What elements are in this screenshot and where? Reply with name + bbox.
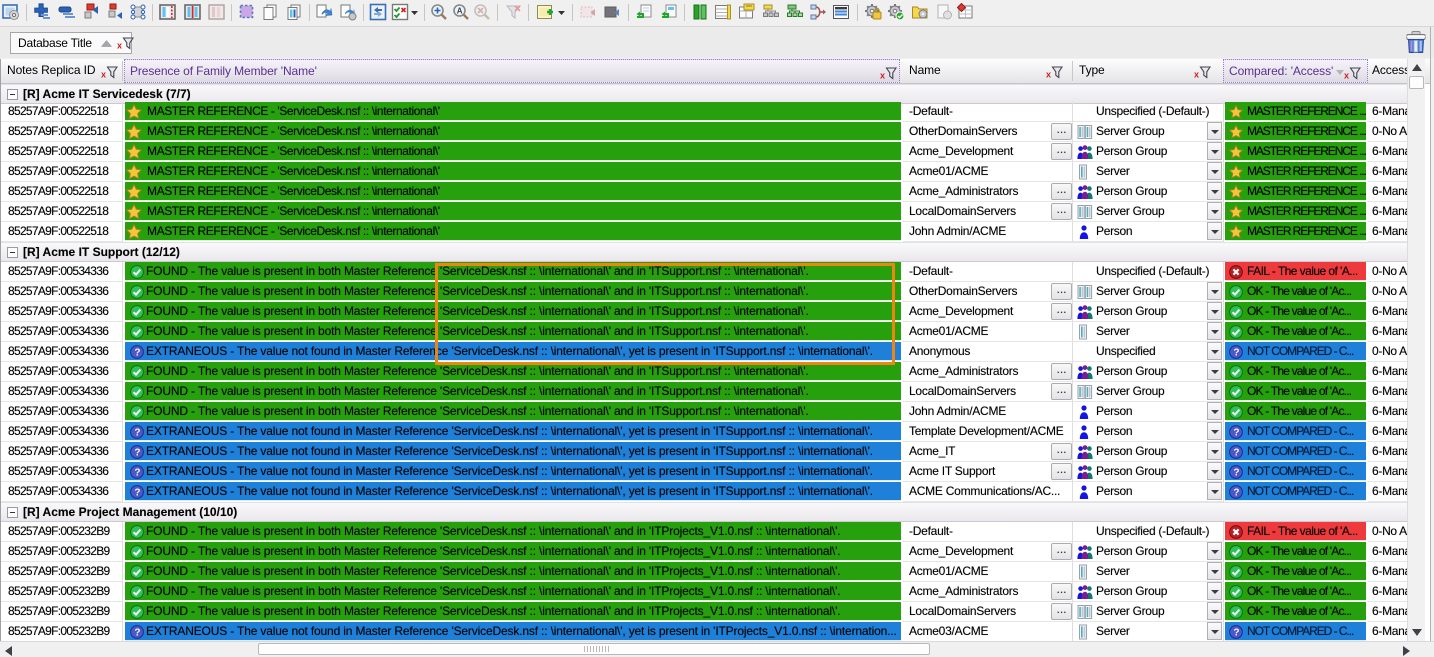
svg-text:?: ? xyxy=(1233,628,1239,639)
svg-text:?: ? xyxy=(134,428,140,439)
svg-text:?: ? xyxy=(134,448,140,459)
svg-text:?: ? xyxy=(1233,448,1239,459)
svg-text:?: ? xyxy=(1233,468,1239,479)
svg-text:?: ? xyxy=(1233,348,1239,359)
svg-text:x: x xyxy=(101,70,106,80)
svg-text:x: x xyxy=(880,71,885,81)
svg-text:?: ? xyxy=(1233,428,1239,439)
svg-text:A: A xyxy=(457,7,463,16)
svg-text:?: ? xyxy=(134,348,140,359)
svg-text:x: x xyxy=(1194,70,1199,80)
svg-text:?: ? xyxy=(134,628,140,639)
svg-text:x: x xyxy=(1344,71,1349,81)
svg-text:?: ? xyxy=(134,468,140,479)
svg-text:?: ? xyxy=(134,488,140,499)
svg-text:?: ? xyxy=(1233,488,1239,499)
svg-text:x: x xyxy=(1046,70,1051,80)
svg-text:x: x xyxy=(117,41,122,51)
